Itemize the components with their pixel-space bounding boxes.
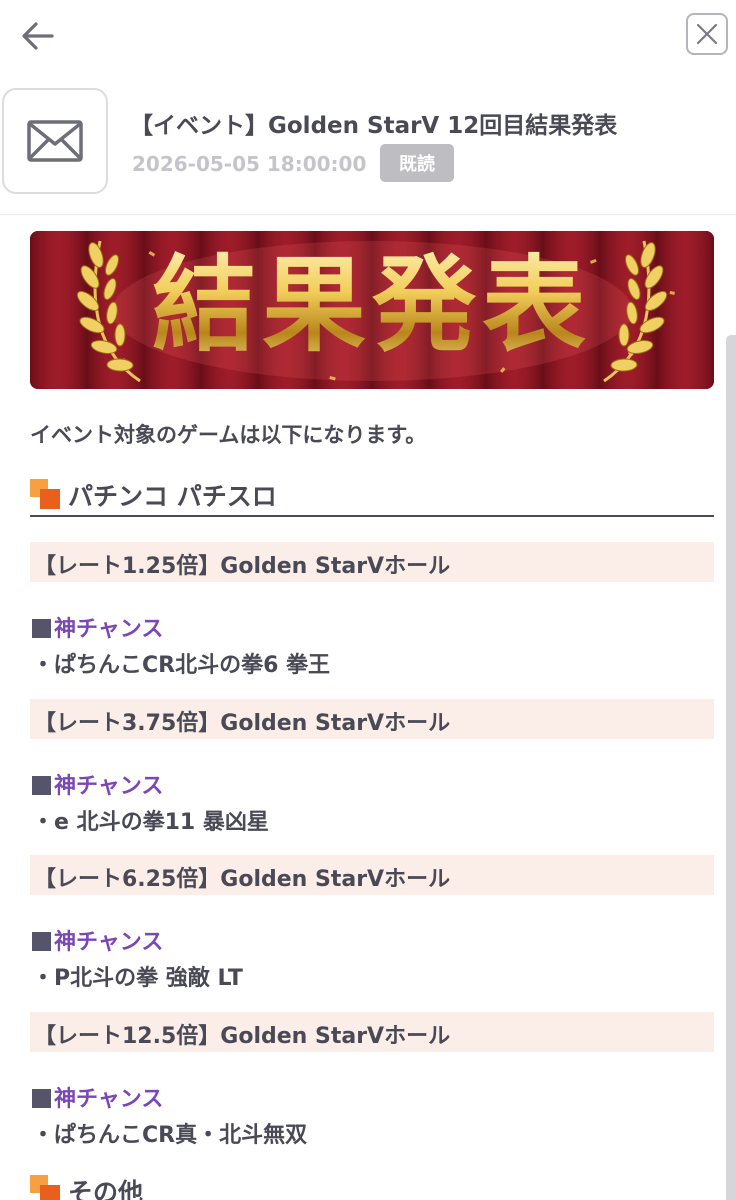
game-item: ・ぱちんこCR北斗の拳6 拳王: [32, 653, 331, 678]
game-item: ・ぱちんこCR真・北斗無双: [32, 1123, 308, 1148]
arrow-left-icon: [22, 22, 54, 50]
section-bullet-icon: [30, 1175, 60, 1200]
rate-header: 【レート1.25倍】Golden StarVホール: [30, 542, 714, 582]
scrollbar[interactable]: [726, 335, 736, 1200]
section-title: その他: [68, 1178, 144, 1200]
chance-link[interactable]: 神チャンス: [54, 617, 163, 642]
result-banner-image: 結果発表: [30, 231, 714, 389]
game-item: ・e 北斗の拳11 暴凶星: [32, 810, 269, 835]
message-date: 2026-05-05 18:00:00: [132, 152, 367, 176]
section-bullet-icon: [30, 479, 60, 509]
intro-text: イベント対象のゲームは以下になります。: [30, 423, 427, 447]
message-title: 【イベント】Golden StarV 12回目結果発表: [130, 113, 618, 139]
chance-link[interactable]: 神チャンス: [54, 774, 163, 799]
message-detail-page: 【イベント】Golden StarV 12回目結果発表 2026-05-05 1…: [0, 0, 736, 1200]
read-status-badge: 既読: [380, 144, 454, 182]
rate-label: 【レート12.5倍】Golden StarVホール: [34, 1024, 451, 1049]
message-body[interactable]: 結果発表 イベント対象のゲームは以下になります。 パチンコ パチスロ 【レート1…: [0, 215, 736, 1200]
envelope-icon: [27, 120, 83, 162]
rate-header: 【レート12.5倍】Golden StarVホール: [30, 1012, 714, 1052]
square-bullet-icon: [32, 619, 51, 638]
message-header: 【イベント】Golden StarV 12回目結果発表 2026-05-05 1…: [0, 86, 736, 215]
chance-line: 神チャンス: [32, 768, 163, 800]
close-icon: [696, 23, 718, 45]
chance-line: 神チャンス: [32, 924, 163, 956]
chance-link[interactable]: 神チャンス: [54, 1087, 163, 1112]
chance-line: 神チャンス: [32, 1081, 163, 1113]
rate-header: 【レート6.25倍】Golden StarVホール: [30, 855, 714, 895]
rate-label: 【レート6.25倍】Golden StarVホール: [34, 867, 451, 892]
square-bullet-icon: [32, 1089, 51, 1108]
rate-label: 【レート3.75倍】Golden StarVホール: [34, 711, 451, 736]
section-title: パチンコ パチスロ: [68, 482, 277, 511]
banner-title: 結果発表: [30, 235, 714, 375]
chance-link[interactable]: 神チャンス: [54, 930, 163, 955]
rate-label: 【レート1.25倍】Golden StarVホール: [34, 554, 451, 579]
square-bullet-icon: [32, 776, 51, 795]
section-heading-other: その他: [30, 1173, 714, 1200]
chance-line: 神チャンス: [32, 611, 163, 643]
back-button[interactable]: [14, 12, 62, 60]
close-button[interactable]: [686, 13, 728, 55]
mail-icon-box: [2, 88, 108, 194]
square-bullet-icon: [32, 932, 51, 951]
section-heading-pachinko: パチンコ パチスロ: [30, 477, 714, 517]
rate-header: 【レート3.75倍】Golden StarVホール: [30, 699, 714, 739]
game-item: ・P北斗の拳 強敵 LT: [32, 966, 243, 991]
